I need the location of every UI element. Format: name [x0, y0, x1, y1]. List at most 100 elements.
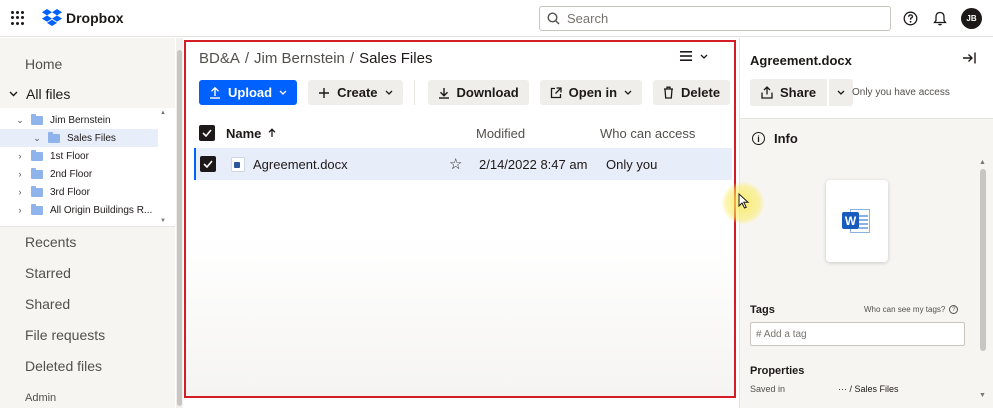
- tree-item-3rd-floor[interactable]: › 3rd Floor: [0, 183, 158, 201]
- word-letter: W: [842, 212, 859, 229]
- file-preview[interactable]: W: [826, 180, 888, 262]
- sidebar-item-file-requests[interactable]: File requests: [25, 327, 105, 343]
- share-icon: [761, 86, 773, 99]
- sort-up-arrow-icon: [268, 128, 276, 137]
- table-header: Name Modified Who can access: [199, 122, 733, 144]
- chevron-down-icon: [9, 91, 18, 97]
- help-icon[interactable]: [901, 9, 919, 27]
- share-button[interactable]: Share: [750, 79, 828, 106]
- tree-item-sales-files[interactable]: ⌄ Sales Files: [0, 129, 158, 147]
- upload-button[interactable]: Upload: [199, 80, 298, 105]
- breadcrumb-item[interactable]: Jim Bernstein: [254, 50, 345, 67]
- folder-tree: ⌄ Jim Bernstein ⌄ Sales Files › 1st Floo…: [0, 108, 175, 226]
- info-label: Info: [774, 131, 798, 146]
- scroll-up-icon[interactable]: ▲: [160, 110, 166, 116]
- sidebar-item-admin[interactable]: Admin: [25, 392, 56, 404]
- search-box[interactable]: [539, 6, 891, 31]
- tree-item-label: 1st Floor: [50, 150, 89, 162]
- saved-in-label: Saved in: [750, 384, 786, 394]
- sidebar-item-shared[interactable]: Shared: [25, 296, 70, 312]
- sidebar-item-recents[interactable]: Recents: [25, 234, 76, 250]
- tree-item-all-origin-buildings[interactable]: › All Origin Buildings R...: [0, 201, 158, 219]
- tree-scrollbar[interactable]: ▲ ▼: [160, 108, 166, 226]
- sidebar-item-starred[interactable]: Starred: [25, 265, 71, 281]
- scroll-down-icon[interactable]: ▼: [160, 218, 166, 224]
- file-name[interactable]: Agreement.docx: [253, 157, 348, 172]
- tree-item-2nd-floor[interactable]: › 2nd Floor: [0, 165, 158, 183]
- sidebar-item-home[interactable]: Home: [25, 56, 62, 72]
- list-view-icon: [680, 51, 692, 61]
- access-note: Only you have access: [852, 87, 950, 98]
- search-icon: [547, 12, 560, 25]
- check-icon: [202, 129, 212, 137]
- collapse-panel-icon[interactable]: [962, 51, 976, 68]
- app-grid-icon[interactable]: [11, 11, 25, 25]
- tree-item-label: Sales Files: [67, 132, 116, 144]
- breadcrumb-item[interactable]: BD&A: [199, 50, 240, 67]
- info-header: i Info: [752, 131, 798, 146]
- delete-label: Delete: [681, 85, 721, 100]
- column-header-access[interactable]: Who can access: [600, 126, 695, 141]
- chevron-down-icon: [837, 90, 845, 95]
- star-icon[interactable]: ☆: [449, 155, 462, 173]
- column-header-name[interactable]: Name: [226, 126, 276, 141]
- upload-label: Upload: [228, 85, 273, 100]
- details-panel: Agreement.docx Share Only you have acces…: [739, 38, 993, 408]
- search-input[interactable]: [567, 11, 867, 26]
- column-header-modified[interactable]: Modified: [476, 126, 525, 141]
- breadcrumb-separator: /: [349, 50, 355, 67]
- tag-input[interactable]: [750, 322, 965, 346]
- tree-item-label: 3rd Floor: [50, 186, 91, 198]
- table-row[interactable]: Agreement.docx ☆ 2/14/2022 8:47 am Only …: [194, 148, 732, 180]
- mouse-cursor-icon: [738, 193, 750, 209]
- toolbar: Upload Create Download Open in Delete: [199, 80, 736, 105]
- sidebar-item-deleted-files[interactable]: Deleted files: [25, 358, 102, 374]
- word-document-icon: W: [842, 208, 872, 234]
- plus-icon: [319, 87, 330, 98]
- sidebar-scrollbar[interactable]: [176, 38, 183, 408]
- chevron-right-icon[interactable]: ›: [15, 205, 25, 215]
- tree-item-1st-floor[interactable]: › 1st Floor: [0, 147, 158, 165]
- chevron-down-icon[interactable]: ⌄: [15, 115, 25, 126]
- tags-help-label: Who can see my tags?: [864, 305, 946, 314]
- scrollbar-thumb[interactable]: [980, 169, 986, 351]
- create-button[interactable]: Create: [308, 80, 403, 105]
- dropbox-logo-icon: [42, 9, 62, 26]
- tags-label: Tags: [750, 304, 775, 316]
- sidebar: Home All files ⌄ Jim Bernstein ⌄ Sales F…: [0, 38, 175, 408]
- avatar[interactable]: JB: [961, 8, 982, 29]
- properties-label: Properties: [750, 365, 805, 377]
- tree-item-label: All Origin Buildings R...: [50, 204, 153, 216]
- view-toggle[interactable]: [680, 51, 708, 61]
- chevron-down-icon: [279, 90, 287, 95]
- chevron-right-icon[interactable]: ›: [15, 169, 25, 179]
- details-scrollbar[interactable]: ▲ ▼: [978, 119, 988, 401]
- share-label: Share: [780, 85, 817, 100]
- create-label: Create: [337, 85, 378, 100]
- tags-help-link[interactable]: Who can see my tags? ?: [864, 305, 959, 314]
- saved-in-value[interactable]: ··· / Sales Files: [838, 384, 899, 394]
- bell-icon[interactable]: [931, 9, 949, 27]
- dropbox-logo[interactable]: Dropbox: [42, 9, 124, 26]
- share-button-group[interactable]: Share: [750, 79, 854, 106]
- chevron-down-icon: [700, 54, 708, 59]
- download-button[interactable]: Download: [427, 80, 529, 105]
- check-icon: [203, 160, 213, 168]
- delete-button[interactable]: Delete: [653, 80, 731, 105]
- breadcrumb: BD&A / Jim Bernstein / Sales Files: [199, 50, 432, 67]
- row-checkbox[interactable]: [200, 156, 216, 172]
- help-icon: ?: [949, 305, 959, 314]
- chevron-right-icon[interactable]: ›: [15, 151, 25, 161]
- scroll-down-icon[interactable]: ▼: [979, 392, 986, 399]
- word-file-icon: [231, 157, 245, 172]
- scrollbar-thumb[interactable]: [177, 50, 182, 406]
- shared-folder-icon: [31, 185, 43, 197]
- chevron-down-icon[interactable]: ⌄: [32, 133, 42, 144]
- tree-item-jim-bernstein[interactable]: ⌄ Jim Bernstein: [0, 111, 158, 129]
- select-all-checkbox[interactable]: [199, 125, 215, 141]
- open-in-button[interactable]: Open in: [539, 80, 643, 105]
- share-options-button[interactable]: [829, 79, 854, 106]
- scroll-up-icon[interactable]: ▲: [979, 159, 986, 166]
- sidebar-item-all-files[interactable]: All files: [9, 86, 70, 102]
- chevron-right-icon[interactable]: ›: [15, 187, 25, 197]
